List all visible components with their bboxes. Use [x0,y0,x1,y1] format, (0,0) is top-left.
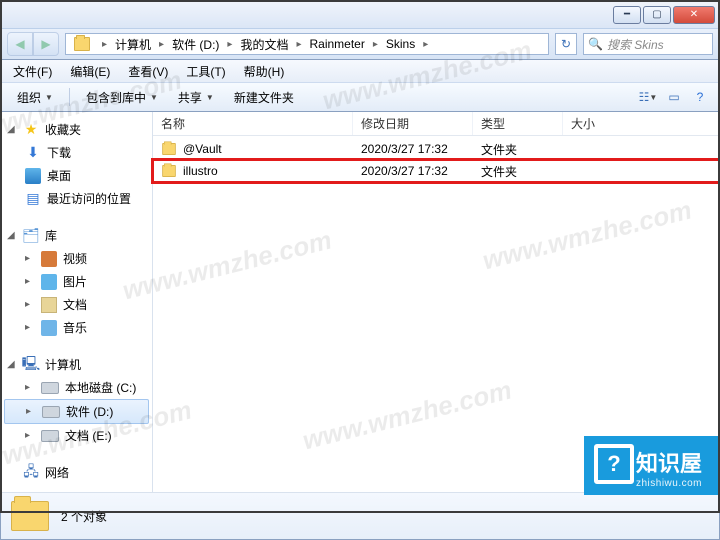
folder-icon [162,165,176,177]
chevron-right-icon: ▸ [100,39,109,50]
tree-documents[interactable]: ▸文档 [1,293,152,316]
tree-computer[interactable]: ◢🖳计算机 [1,353,152,376]
column-headers[interactable]: 名称 修改日期 类型 大小 [153,112,719,136]
include-library-button[interactable]: 包含到库中▼ [78,86,166,109]
toolbar: 组织▼ 包含到库中▼ 共享▼ 新建文件夹 ☷▼ ▭ ? [0,82,720,112]
col-name[interactable]: 名称 [153,112,353,135]
menu-file[interactable]: 文件(F) [5,61,60,82]
star-icon: ★ [23,122,39,138]
forward-button[interactable]: ▶ [33,32,59,56]
col-type[interactable]: 类型 [473,112,563,135]
share-button[interactable]: 共享▼ [170,86,222,109]
separator [69,88,70,106]
file-row[interactable]: illustro 2020/3/27 17:32 文件夹 [153,160,719,182]
site-badge: 知识屋 zhishiwu.com [584,436,720,495]
crumb-documents[interactable]: 我的文档 [234,34,294,54]
navigation-tree[interactable]: ◢★收藏夹 ⬇下载 桌面 ▤最近访问的位置 ◢🗂库 ▸视频 ▸图片 ▸文档 ▸音… [1,112,153,492]
col-size[interactable]: 大小 [563,112,719,135]
expand-icon: ◢ [7,359,17,370]
chevron-down-icon: ▼ [45,93,53,102]
tree-drive-d[interactable]: ▸软件 (D:) [4,399,149,424]
chevron-right-icon: ▸ [421,39,430,50]
chevron-right-icon: ▸ [157,39,166,50]
col-date[interactable]: 修改日期 [353,112,473,135]
menu-view[interactable]: 查看(V) [120,61,176,82]
tree-drive-e[interactable]: ▸文档 (E:) [1,424,152,447]
folder-icon [74,37,90,51]
window-titlebar: ━ ▢ ✕ [0,0,720,28]
crumb-drive[interactable]: 软件 (D:) [166,34,225,54]
badge-title: 知识屋 [636,451,702,476]
computer-icon: 🖳 [23,357,39,373]
close-button[interactable]: ✕ [673,6,715,24]
folder-icon [11,501,49,531]
drive-icon [42,406,60,418]
new-folder-button[interactable]: 新建文件夹 [226,86,302,109]
video-icon [41,251,57,267]
expand-icon: ◢ [7,124,17,135]
chevron-down-icon: ▼ [150,93,158,102]
music-icon [41,320,57,336]
drive-icon [41,430,59,442]
search-placeholder: 搜索 Skins [607,36,664,53]
back-button[interactable]: ◀ [7,32,33,56]
address-bar: ◀ ▶ ▸ 计算机 ▸ 软件 (D:) ▸ 我的文档 ▸ Rainmeter ▸… [0,28,720,60]
document-icon [41,297,57,313]
picture-icon [41,274,57,290]
tree-network[interactable]: 🖧网络 [1,461,152,484]
network-icon: 🖧 [23,465,39,481]
file-list: 名称 修改日期 类型 大小 @Vault 2020/3/27 17:32 文件夹… [153,112,719,492]
organize-button[interactable]: 组织▼ [9,86,61,109]
minimize-button[interactable]: ━ [613,6,641,24]
tree-drive-c[interactable]: ▸本地磁盘 (C:) [1,376,152,399]
details-pane: 2 个对象 [0,492,720,540]
crumb-computer[interactable]: 计算机 [109,34,157,54]
chevron-right-icon: ▸ [371,39,380,50]
folder-icon [162,143,176,155]
tree-videos[interactable]: ▸视频 [1,247,152,270]
chevron-right-icon: ▸ [225,39,234,50]
chevron-down-icon: ▼ [206,93,214,102]
file-row[interactable]: @Vault 2020/3/27 17:32 文件夹 [153,138,719,160]
drive-icon [41,382,59,394]
chevron-right-icon: ▸ [294,39,303,50]
menu-help[interactable]: 帮助(H) [236,61,293,82]
tree-favorites[interactable]: ◢★收藏夹 [1,118,152,141]
menu-bar: 文件(F) 编辑(E) 查看(V) 工具(T) 帮助(H) [0,60,720,82]
preview-pane-button[interactable]: ▭ [663,86,685,108]
maximize-button[interactable]: ▢ [643,6,671,24]
tree-libraries[interactable]: ◢🗂库 [1,224,152,247]
menu-tools[interactable]: 工具(T) [178,61,233,82]
breadcrumb[interactable]: ▸ 计算机 ▸ 软件 (D:) ▸ 我的文档 ▸ Rainmeter ▸ Ski… [65,33,549,55]
download-icon: ⬇ [25,145,41,161]
desktop-icon [25,168,41,184]
tree-downloads[interactable]: ⬇下载 [1,141,152,164]
view-options-button[interactable]: ☷▼ [637,86,659,108]
search-input[interactable]: 🔍 搜索 Skins [583,33,713,55]
help-button[interactable]: ? [689,86,711,108]
crumb-rainmeter[interactable]: Rainmeter [303,34,370,54]
search-icon: 🔍 [588,37,603,51]
recent-icon: ▤ [25,191,41,207]
tree-desktop[interactable]: 桌面 [1,164,152,187]
tree-music[interactable]: ▸音乐 [1,316,152,339]
library-icon: 🗂 [23,228,39,244]
expand-icon: ◢ [7,230,17,241]
tree-recent[interactable]: ▤最近访问的位置 [1,187,152,210]
crumb-skins[interactable]: Skins [380,34,421,54]
tree-pictures[interactable]: ▸图片 [1,270,152,293]
menu-edit[interactable]: 编辑(E) [62,61,118,82]
badge-subtitle: zhishiwu.com [636,478,702,489]
item-count: 2 个对象 [61,508,107,525]
refresh-button[interactable]: ↻ [555,33,577,55]
